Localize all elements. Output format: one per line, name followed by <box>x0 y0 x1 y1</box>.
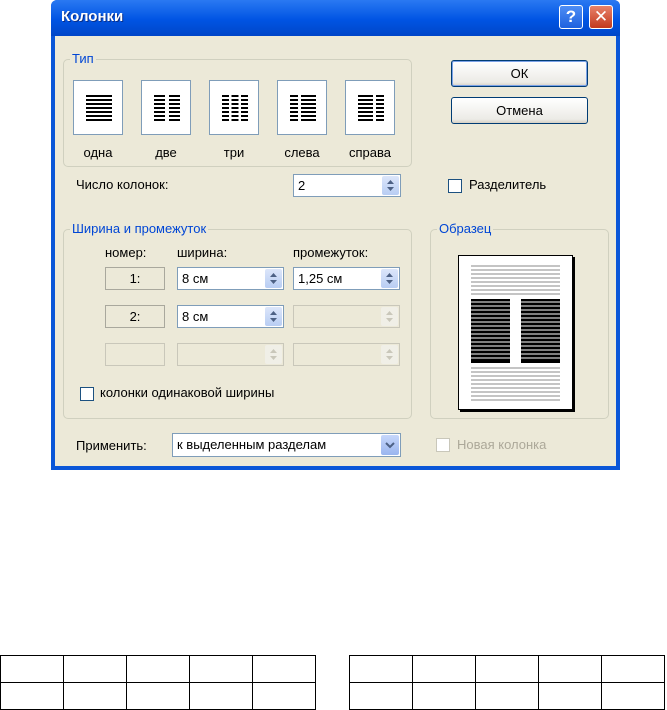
preset-right-label: справа <box>349 145 391 160</box>
preset-three[interactable] <box>209 80 259 135</box>
row1-width-value: 8 см <box>182 271 209 286</box>
dialog-body: Тип одна две три слева справа ОК Отмена … <box>55 36 616 466</box>
row1-number: 1: <box>105 267 165 290</box>
apply-select[interactable]: к выделенным разделам <box>172 433 401 457</box>
spinner-icon[interactable] <box>382 176 399 195</box>
preview-page <box>458 255 573 410</box>
close-icon: ✕ <box>593 7 609 26</box>
row2-width-stepper[interactable]: 8 см <box>177 305 284 328</box>
right-column-icon <box>358 95 384 121</box>
spinner-icon[interactable] <box>265 269 282 288</box>
empty-table-right <box>349 655 665 710</box>
separator-checkbox[interactable] <box>448 179 462 193</box>
preset-two[interactable] <box>141 80 191 135</box>
row1-spacing-value: 1,25 см <box>298 271 343 286</box>
header-width: ширина: <box>177 245 228 260</box>
row1-spacing-stepper[interactable]: 1,25 см <box>293 267 400 290</box>
spinner-icon <box>381 345 398 364</box>
empty-table-left <box>0 655 316 710</box>
preset-three-label: три <box>223 145 245 160</box>
spinner-icon[interactable] <box>381 269 398 288</box>
close-button[interactable]: ✕ <box>589 5 613 29</box>
type-group: Тип одна две три слева справа <box>63 51 412 167</box>
width-spacing-group-label: Ширина и промежуток <box>70 221 209 236</box>
left-column-icon <box>290 95 316 121</box>
row3-width-stepper <box>177 343 284 366</box>
three-columns-icon <box>222 95 248 121</box>
row3-number <box>105 343 165 366</box>
preset-left-label: слева <box>284 145 320 160</box>
preset-one-label: одна <box>83 145 113 160</box>
preview-columns-image <box>471 265 560 401</box>
column-count-label: Число колонок: <box>76 177 169 192</box>
apply-selected-value: к выделенным разделам <box>177 437 327 452</box>
width-spacing-group: Ширина и промежуток номер: ширина: проме… <box>63 221 412 419</box>
dialog-title: Колонки <box>61 8 124 25</box>
equal-width-checkbox[interactable] <box>80 387 94 401</box>
column-count-stepper[interactable]: 2 <box>293 174 401 197</box>
preset-one[interactable] <box>73 80 123 135</box>
cancel-button[interactable]: Отмена <box>451 97 588 124</box>
row1-width-stepper[interactable]: 8 см <box>177 267 284 290</box>
preset-left[interactable] <box>277 80 327 135</box>
column-count-value: 2 <box>298 178 306 193</box>
one-column-icon <box>86 95 112 121</box>
new-column-label: Новая колонка <box>457 437 547 452</box>
spinner-icon <box>381 307 398 326</box>
row3-spacing-stepper <box>293 343 400 366</box>
equal-width-label: колонки одинаковой ширины <box>100 385 275 400</box>
spinner-icon[interactable] <box>265 307 282 326</box>
header-spacing: промежуток: <box>293 245 369 260</box>
help-button[interactable]: ? <box>559 5 583 29</box>
title-bar[interactable]: Колонки ? ✕ <box>51 0 620 36</box>
type-group-label: Тип <box>70 51 96 66</box>
spinner-icon <box>265 345 282 364</box>
preview-group-label: Образец <box>437 221 494 236</box>
separator-label: Разделитель <box>469 177 547 192</box>
ok-button[interactable]: ОК <box>451 60 588 87</box>
two-columns-icon <box>154 95 180 121</box>
columns-dialog: Колонки ? ✕ Тип одна две три слева справ… <box>51 0 620 470</box>
header-number: номер: <box>105 245 147 260</box>
help-icon: ? <box>565 7 577 26</box>
preview-group: Образец <box>430 221 609 419</box>
new-column-checkbox <box>436 438 450 452</box>
row2-spacing-stepper <box>293 305 400 328</box>
preset-right[interactable] <box>345 80 395 135</box>
row2-number: 2: <box>105 305 165 328</box>
row2-width-value: 8 см <box>182 309 209 324</box>
preset-two-label: две <box>155 145 177 160</box>
apply-label: Применить: <box>76 438 147 453</box>
chevron-down-icon[interactable] <box>381 435 399 455</box>
